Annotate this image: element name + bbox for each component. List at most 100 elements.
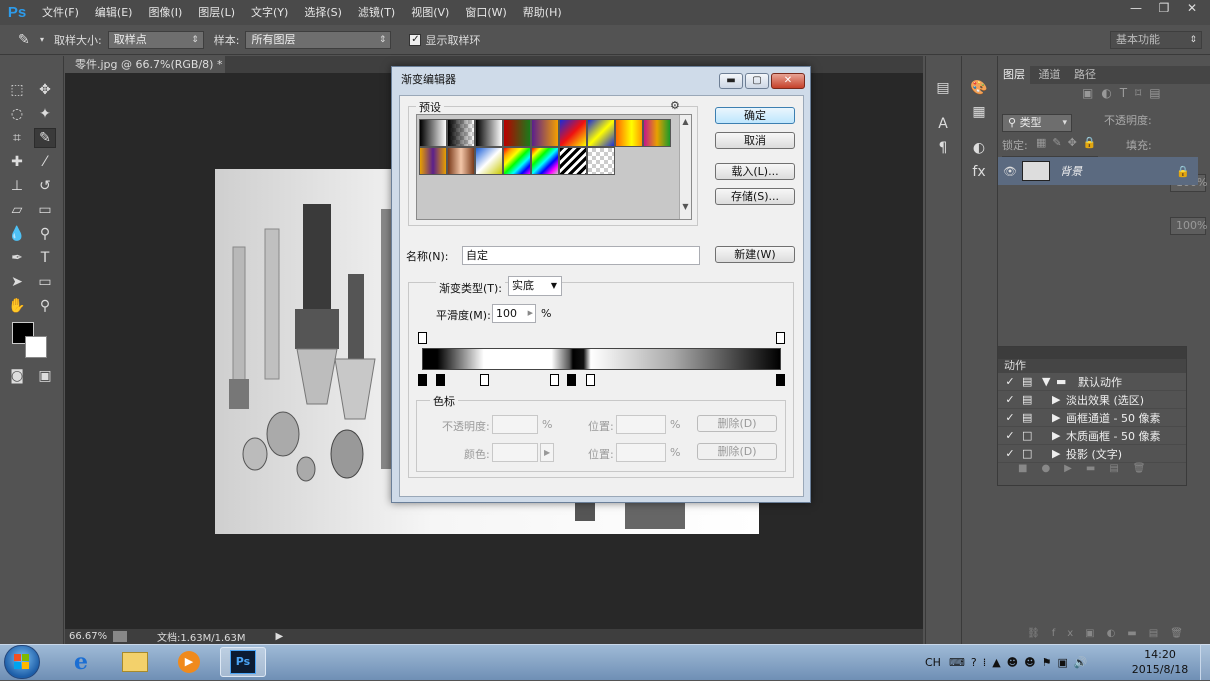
expand-arrow-icon[interactable]: ▶ <box>1052 411 1066 424</box>
action-center-flag-icon[interactable]: ⚑ <box>1042 656 1052 669</box>
tab-channels[interactable]: 通道 <box>1034 66 1066 84</box>
presets-gear-icon[interactable]: ⚙ <box>670 99 680 112</box>
action-row[interactable]: ✓ □ ▶ 投影 (文字) <box>998 445 1186 463</box>
opacity-stop-icon[interactable] <box>418 332 427 344</box>
volume-icon[interactable]: 🔊 <box>1074 656 1088 669</box>
type-tool-icon[interactable]: T <box>34 248 56 268</box>
toggle-check-icon[interactable]: ✓ <box>998 411 1022 424</box>
menu-file[interactable]: 文件(F) <box>34 0 87 25</box>
lock-icons[interactable]: ▦✎✥🔒 <box>1036 136 1103 149</box>
character-panel-icon[interactable]: A <box>932 114 954 134</box>
preset-swatch[interactable] <box>531 119 559 147</box>
menu-view[interactable]: 视图(V) <box>403 0 457 25</box>
restore-button[interactable]: ❐ <box>1150 0 1178 18</box>
rectangle-tool-icon[interactable]: ▭ <box>34 272 56 292</box>
swatches-panel-icon[interactable]: ▦ <box>968 102 990 122</box>
delete-color-stop-button[interactable]: 删除(D) <box>697 443 777 460</box>
marquee-tool-icon[interactable]: ⬚ <box>6 80 28 100</box>
show-ring-checkbox[interactable]: ✓ <box>409 33 422 46</box>
toggle-check-icon[interactable]: ✓ <box>998 447 1022 460</box>
magic-wand-tool-icon[interactable]: ✦ <box>34 104 56 124</box>
adjustments-panel-icon[interactable]: ◐ <box>968 138 990 158</box>
preset-swatch[interactable] <box>587 147 615 175</box>
move-tool-icon[interactable]: ✥ <box>34 80 56 100</box>
language-indicator[interactable]: CH <box>925 656 941 669</box>
load-button[interactable]: 载入(L)... <box>715 163 795 180</box>
ok-button[interactable]: 确定 <box>715 107 795 124</box>
preset-swatch[interactable] <box>503 119 531 147</box>
expand-arrow-icon[interactable]: ▶ <box>1052 447 1066 460</box>
expand-arrow-icon[interactable]: ▶ <box>1052 393 1066 406</box>
preset-swatch[interactable] <box>587 119 615 147</box>
expand-arrow-icon[interactable]: ▼ <box>1042 375 1056 388</box>
tab-paths[interactable]: 路径 <box>1069 66 1101 84</box>
show-desktop-button[interactable] <box>1200 644 1210 680</box>
preset-swatch[interactable] <box>503 147 531 175</box>
toggle-check-icon[interactable]: ✓ <box>998 375 1022 388</box>
color-panel-icon[interactable]: 🎨 <box>968 78 990 98</box>
eyedropper-tool-icon[interactable]: ✎ <box>34 128 56 148</box>
preset-swatch[interactable] <box>447 147 475 175</box>
actions-tab[interactable]: 动作 <box>998 359 1186 373</box>
cancel-button[interactable]: 取消 <box>715 132 795 149</box>
action-row[interactable]: ✓ ▤ ▼ ▬ 默认动作 <box>998 373 1186 391</box>
menu-type[interactable]: 文字(Y) <box>243 0 296 25</box>
preset-swatch[interactable] <box>475 147 503 175</box>
dialog-toggle-icon[interactable]: ▤ <box>1022 375 1042 388</box>
menu-window[interactable]: 窗口(W) <box>457 0 514 25</box>
dodge-tool-icon[interactable]: ⚲ <box>34 224 56 244</box>
status-options-icon[interactable] <box>113 631 127 642</box>
settings-icon[interactable]: ⁞ <box>983 656 987 669</box>
photoshop-taskbar-icon[interactable]: Ps <box>220 647 266 677</box>
crop-tool-icon[interactable]: ⌗ <box>6 128 28 148</box>
eraser-tool-icon[interactable]: ▱ <box>6 200 28 220</box>
menu-help[interactable]: 帮助(H) <box>515 0 570 25</box>
stop-color-swatch[interactable] <box>492 443 538 462</box>
preset-swatch[interactable] <box>531 147 559 175</box>
presets-scrollbar[interactable]: ▲ ▼ <box>679 115 691 219</box>
help-icon[interactable]: ? <box>971 656 977 669</box>
zoom-tool-icon[interactable]: ⚲ <box>34 296 56 316</box>
actions-footer-icons[interactable]: ■●▶▬▤🗑 <box>998 463 1186 477</box>
layer-name[interactable]: 背景 <box>1060 163 1082 179</box>
preset-swatch[interactable] <box>475 119 503 147</box>
eyedropper-icon[interactable]: ✎ <box>18 32 40 48</box>
scroll-down-icon[interactable]: ▼ <box>680 202 691 211</box>
zoom-level[interactable]: 66.67% <box>69 631 113 642</box>
name-input[interactable]: 自定 <box>462 246 700 265</box>
qq-icon[interactable]: ☻ <box>1007 656 1018 669</box>
smoothness-field[interactable]: 100 ▶ <box>492 304 536 323</box>
background-color-swatch[interactable] <box>25 336 47 358</box>
minimize-button[interactable]: — <box>1122 0 1150 18</box>
delete-opacity-stop-button[interactable]: 删除(D) <box>697 415 777 432</box>
clone-stamp-tool-icon[interactable]: ⊥ <box>6 176 28 196</box>
stop-opacity-field[interactable] <box>492 415 538 434</box>
start-button[interactable] <box>4 645 40 679</box>
styles-panel-icon[interactable]: fx <box>968 162 990 182</box>
history-panel-icon[interactable]: ▤ <box>932 78 954 98</box>
hand-tool-icon[interactable]: ✋ <box>6 296 28 316</box>
healing-brush-tool-icon[interactable]: ✚ <box>6 152 28 172</box>
close-button[interactable]: ✕ <box>1178 0 1206 18</box>
preset-swatch[interactable] <box>615 119 643 147</box>
explorer-taskbar-icon[interactable] <box>112 647 158 677</box>
action-row[interactable]: ✓ ▤ ▶ 画框通道 - 50 像素 <box>998 409 1186 427</box>
expand-arrow-icon[interactable]: ▶ <box>1052 429 1066 442</box>
gradient-tool-icon[interactable]: ▭ <box>34 200 56 220</box>
fill-field[interactable]: 100% <box>1170 217 1207 235</box>
opacity-stop-icon[interactable] <box>776 332 785 344</box>
ie-taskbar-icon[interactable]: e <box>58 647 104 677</box>
menu-edit[interactable]: 编辑(E) <box>87 0 141 25</box>
menu-filter[interactable]: 滤镜(T) <box>350 0 403 25</box>
keyboard-icon[interactable]: ⌨ <box>949 656 965 669</box>
menu-layer[interactable]: 图层(L) <box>190 0 243 25</box>
tab-layers[interactable]: 图层 <box>998 66 1030 84</box>
save-button[interactable]: 存储(S)... <box>715 188 795 205</box>
new-button[interactable]: 新建(W) <box>715 246 795 263</box>
network-icon[interactable]: ▣ <box>1057 656 1067 669</box>
dialog-minimize-button[interactable]: ▬ <box>719 73 743 89</box>
color-stop-icon[interactable] <box>418 374 427 386</box>
action-row[interactable]: ✓ ▤ ▶ 淡出效果 (选区) <box>998 391 1186 409</box>
dialog-close-button[interactable]: ✕ <box>771 73 805 89</box>
gradient-type-select[interactable]: 实底 ▼ <box>508 276 562 296</box>
